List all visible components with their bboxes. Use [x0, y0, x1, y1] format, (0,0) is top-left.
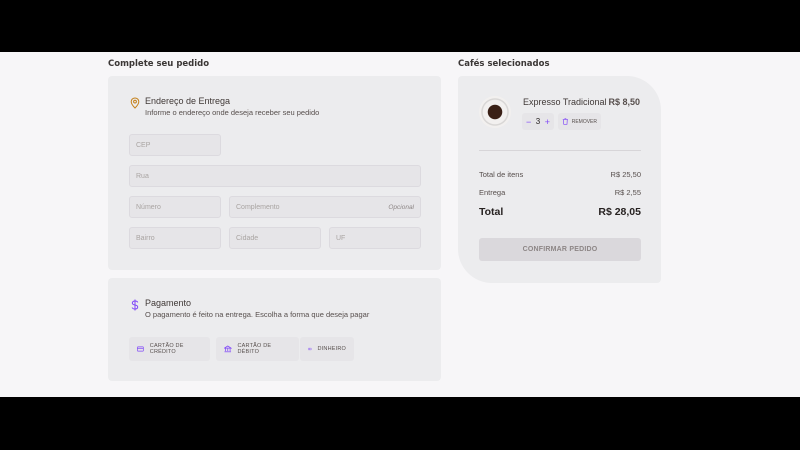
payment-title: Pagamento: [145, 298, 192, 308]
address-title: Endereço de Entrega: [145, 96, 231, 106]
neighborhood-placeholder: Bairro: [136, 234, 155, 242]
optional-label: Opcional: [388, 203, 414, 211]
map-pin-icon: [130, 97, 140, 109]
items-total-value: R$ 25,50: [610, 170, 641, 179]
payment-subtitle: O pagamento é feito na entrega. Escolha …: [145, 310, 370, 319]
street-input[interactable]: Rua: [129, 165, 421, 187]
cart-card: Expresso Tradicional R$ 8,50 − 3 + REMOV…: [458, 76, 661, 283]
complement-input[interactable]: Complemento Opcional: [229, 196, 421, 218]
number-input[interactable]: Número: [129, 196, 221, 218]
complement-placeholder: Complemento: [236, 203, 280, 211]
dollar-icon: [131, 299, 139, 311]
trash-icon: [562, 118, 568, 125]
complete-order-title: Complete seu pedido: [108, 59, 210, 69]
address-subtitle: Informe o endereço onde deseja receber s…: [145, 108, 320, 117]
items-total-label: Total de itens: [479, 170, 524, 179]
order-total-value: R$ 28,05: [598, 206, 641, 218]
increase-button[interactable]: +: [545, 117, 550, 127]
cart-item-name: Expresso Tradicional: [523, 97, 607, 107]
cart-divider: [479, 150, 641, 151]
state-placeholder: UF: [336, 234, 346, 242]
bank-icon: [224, 345, 232, 353]
selected-coffees-title: Cafés selecionados: [458, 59, 550, 69]
city-input[interactable]: Cidade: [229, 227, 321, 249]
delivery-label: Entrega: [479, 188, 506, 197]
delivery-value: R$ 2,55: [614, 188, 641, 197]
credit-card-icon: [137, 346, 144, 352]
payment-header: Pagamento O pagamento é feito na entrega…: [129, 298, 369, 319]
items-total-row: Total de itens R$ 25,50: [479, 170, 641, 179]
number-placeholder: Número: [136, 203, 161, 211]
delivery-row: Entrega R$ 2,55: [479, 188, 641, 197]
state-input[interactable]: UF: [329, 227, 421, 249]
street-placeholder: Rua: [136, 172, 149, 180]
payment-card: Pagamento O pagamento é feito na entrega…: [108, 278, 441, 381]
cash-label: DINHEIRO: [317, 346, 346, 352]
credit-card-label: CARTÃO DE CRÉDITO: [149, 343, 184, 355]
order-total-label: Total: [479, 206, 504, 218]
city-placeholder: Cidade: [236, 234, 259, 242]
address-header: Endereço de Entrega Informe o endereço o…: [129, 96, 319, 117]
remove-label: REMOVER: [571, 118, 597, 125]
address-card: Endereço de Entrega Informe o endereço o…: [108, 76, 441, 270]
quantity-stepper: − 3 +: [522, 113, 554, 130]
debit-card-option[interactable]: CARTÃO DE DÉBITO: [216, 337, 299, 361]
cash-option[interactable]: DINHEIRO: [300, 337, 354, 361]
checkout-page: Complete seu pedido Cafés selecionados E…: [0, 52, 800, 397]
cep-input[interactable]: CEP: [129, 134, 221, 156]
cep-placeholder: CEP: [136, 141, 151, 149]
debit-card-label: CARTÃO DE DÉBITO: [237, 343, 272, 355]
money-icon: [308, 347, 312, 351]
order-total-row: Total R$ 28,05: [479, 206, 641, 218]
credit-card-option[interactable]: CARTÃO DE CRÉDITO: [129, 337, 210, 361]
neighborhood-input[interactable]: Bairro: [129, 227, 221, 249]
quantity-value: 3: [535, 117, 541, 126]
confirm-order-button[interactable]: CONFIRMAR PEDIDO: [479, 238, 641, 261]
remove-button[interactable]: REMOVER: [558, 113, 601, 130]
cart-item-price: R$ 8,50: [608, 97, 640, 107]
decrease-button[interactable]: −: [526, 117, 531, 127]
expresso-image: [479, 96, 511, 128]
